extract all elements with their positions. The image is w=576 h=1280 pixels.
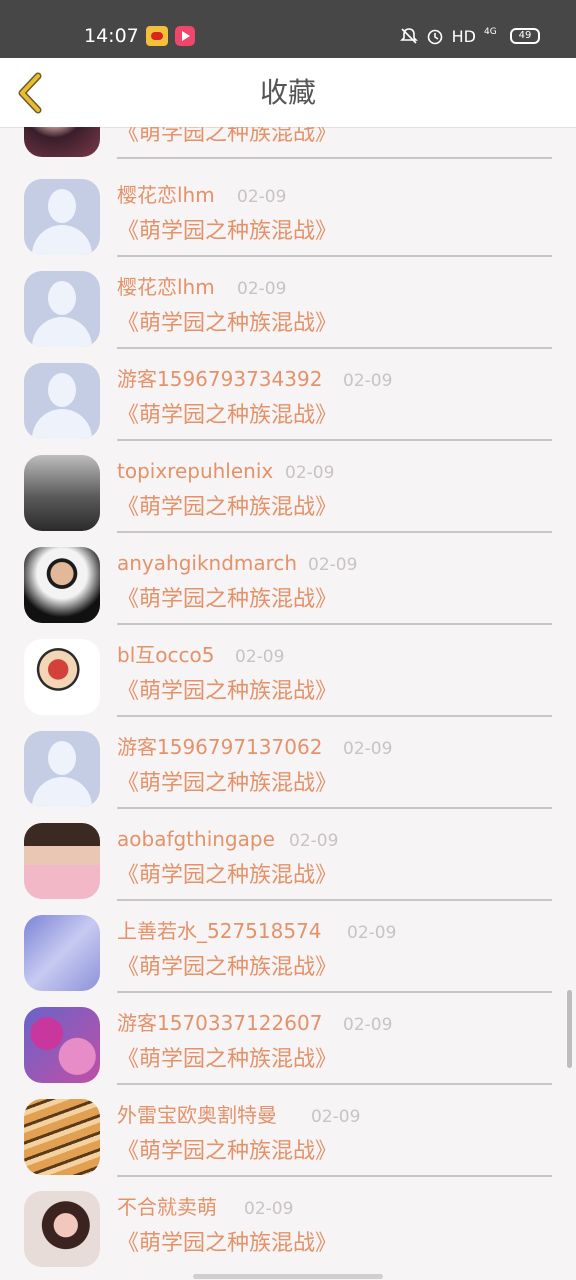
list-item[interactable]: 上善若水_527518574 02-09 《萌学园之种族混战》 — [0, 909, 576, 1001]
list-item[interactable]: bl互occo5 02-09 《萌学园之种族混战》 — [0, 633, 576, 725]
battery-icon: 49 — [510, 28, 540, 44]
divider — [117, 1175, 552, 1177]
status-bar: 14:07 HD 4G 49 — [0, 0, 576, 58]
date: 02-09 — [244, 1199, 294, 1219]
item-title[interactable]: 《萌学园之种族混战》 — [117, 860, 337, 892]
divider — [117, 255, 552, 257]
item-title[interactable]: 《萌学园之种族混战》 — [117, 584, 337, 616]
avatar[interactable] — [24, 455, 100, 531]
item-title[interactable]: 《萌学园之种族混战》 — [117, 216, 337, 248]
date: 02-09 — [235, 647, 285, 667]
item-title[interactable]: 《萌学园之种族混战》 — [117, 308, 337, 340]
item-title[interactable]: 《萌学园之种族混战》 — [117, 1228, 337, 1260]
username[interactable]: topixrepuhlenix — [117, 456, 273, 486]
avatar[interactable] — [24, 731, 100, 807]
date: 02-09 — [343, 371, 393, 391]
avatar[interactable] — [24, 639, 100, 715]
date: 02-09 — [237, 279, 287, 299]
avatar[interactable] — [24, 179, 100, 255]
back-icon[interactable] — [14, 72, 46, 114]
list-item[interactable]: aobafgthingape 02-09 《萌学园之种族混战》 — [0, 817, 576, 909]
username[interactable]: 上善若水_527518574 — [117, 916, 322, 946]
date: 02-09 — [311, 1107, 361, 1127]
avatar[interactable] — [24, 915, 100, 991]
date: 02-09 — [308, 555, 358, 575]
username[interactable]: 外雷宝欧奥割特曼 — [117, 1100, 277, 1130]
avatar[interactable] — [24, 1191, 100, 1267]
divider — [117, 439, 552, 441]
page-title: 收藏 — [259, 76, 316, 109]
list-item[interactable]: topixrepuhlenix 02-09 《萌学园之种族混战》 — [0, 449, 576, 541]
list-item[interactable]: anyahgikndmarch 02-09 《萌学园之种族混战》 — [0, 541, 576, 633]
item-title[interactable]: 《萌学园之种族混战》 — [117, 768, 337, 800]
avatar[interactable] — [24, 271, 100, 347]
avatar[interactable] — [24, 127, 100, 157]
mute-bell-icon — [399, 28, 418, 44]
date: 02-09 — [289, 831, 339, 851]
username[interactable]: 不合就卖萌 — [117, 1192, 217, 1222]
divider — [117, 623, 552, 625]
item-title[interactable]: 《萌学园之种族混战》 — [117, 676, 337, 708]
signal-label: 4G — [484, 27, 497, 37]
divider — [117, 531, 552, 533]
avatar[interactable] — [24, 1007, 100, 1083]
username[interactable]: aobafgthingape — [117, 824, 275, 854]
item-title[interactable]: 《萌学园之种族混战》 — [117, 1136, 337, 1168]
divider — [117, 1083, 552, 1085]
avatar[interactable] — [24, 823, 100, 899]
list-item[interactable]: 游客1570337122607 02-09 《萌学园之种族混战》 — [0, 1001, 576, 1093]
username[interactable]: anyahgikndmarch — [117, 548, 297, 578]
status-indicators: HD 4G 49 — [399, 24, 540, 48]
date: 02-09 — [343, 1015, 393, 1035]
date: 02-09 — [285, 463, 335, 483]
list-item[interactable]: 《萌学园之种族混战》 — [0, 127, 576, 167]
avatar[interactable] — [24, 547, 100, 623]
hd-indicator: HD — [451, 26, 476, 46]
weibo-icon — [146, 26, 168, 46]
username[interactable]: 游客1596797137062 — [117, 732, 322, 762]
item-title[interactable]: 《萌学园之种族混战》 — [117, 1044, 337, 1076]
signal-icon: 4G — [484, 28, 502, 44]
item-title[interactable]: 《萌学园之种族混战》 — [117, 492, 337, 524]
divider — [117, 807, 552, 809]
avatar[interactable] — [24, 363, 100, 439]
list-item[interactable]: 不合就卖萌 02-09 《萌学园之种族混战》 — [0, 1185, 576, 1277]
username[interactable]: 樱花恋lhm — [117, 180, 215, 210]
item-title[interactable]: 《萌学园之种族混战》 — [117, 952, 337, 984]
title-bar: 收藏 — [0, 58, 576, 128]
username[interactable]: 游客1596793734392 — [117, 364, 322, 394]
list-item[interactable]: 游客1596793734392 02-09 《萌学园之种族混战》 — [0, 357, 576, 449]
favorites-list[interactable]: 《萌学园之种族混战》 樱花恋lhm 02-09 《萌学园之种族混战》 樱花恋lh… — [0, 127, 576, 1280]
username[interactable]: 樱花恋lhm — [117, 272, 215, 302]
status-time: 14:07 — [84, 25, 139, 47]
divider — [117, 157, 552, 159]
list-item[interactable]: 游客1596797137062 02-09 《萌学园之种族混战》 — [0, 725, 576, 817]
divider — [117, 715, 552, 717]
alarm-icon — [427, 29, 442, 45]
list-item[interactable]: 樱花恋lhm 02-09 《萌学园之种族混战》 — [0, 265, 576, 357]
item-title[interactable]: 《萌学园之种族混战》 — [117, 127, 337, 150]
scrollbar[interactable] — [567, 990, 572, 1068]
date: 02-09 — [343, 739, 393, 759]
home-indicator[interactable] — [193, 1274, 383, 1279]
list-item[interactable]: 外雷宝欧奥割特曼 02-09 《萌学园之种族混战》 — [0, 1093, 576, 1185]
divider — [117, 899, 552, 901]
divider — [117, 991, 552, 993]
video-app-icon — [175, 26, 195, 46]
item-title[interactable]: 《萌学园之种族混战》 — [117, 400, 337, 432]
username[interactable]: 游客1570337122607 — [117, 1008, 322, 1038]
date: 02-09 — [347, 923, 397, 943]
divider — [117, 347, 552, 349]
avatar[interactable] — [24, 1099, 100, 1175]
date: 02-09 — [237, 187, 287, 207]
username[interactable]: bl互occo5 — [117, 640, 214, 670]
list-item[interactable]: 樱花恋lhm 02-09 《萌学园之种族混战》 — [0, 173, 576, 265]
